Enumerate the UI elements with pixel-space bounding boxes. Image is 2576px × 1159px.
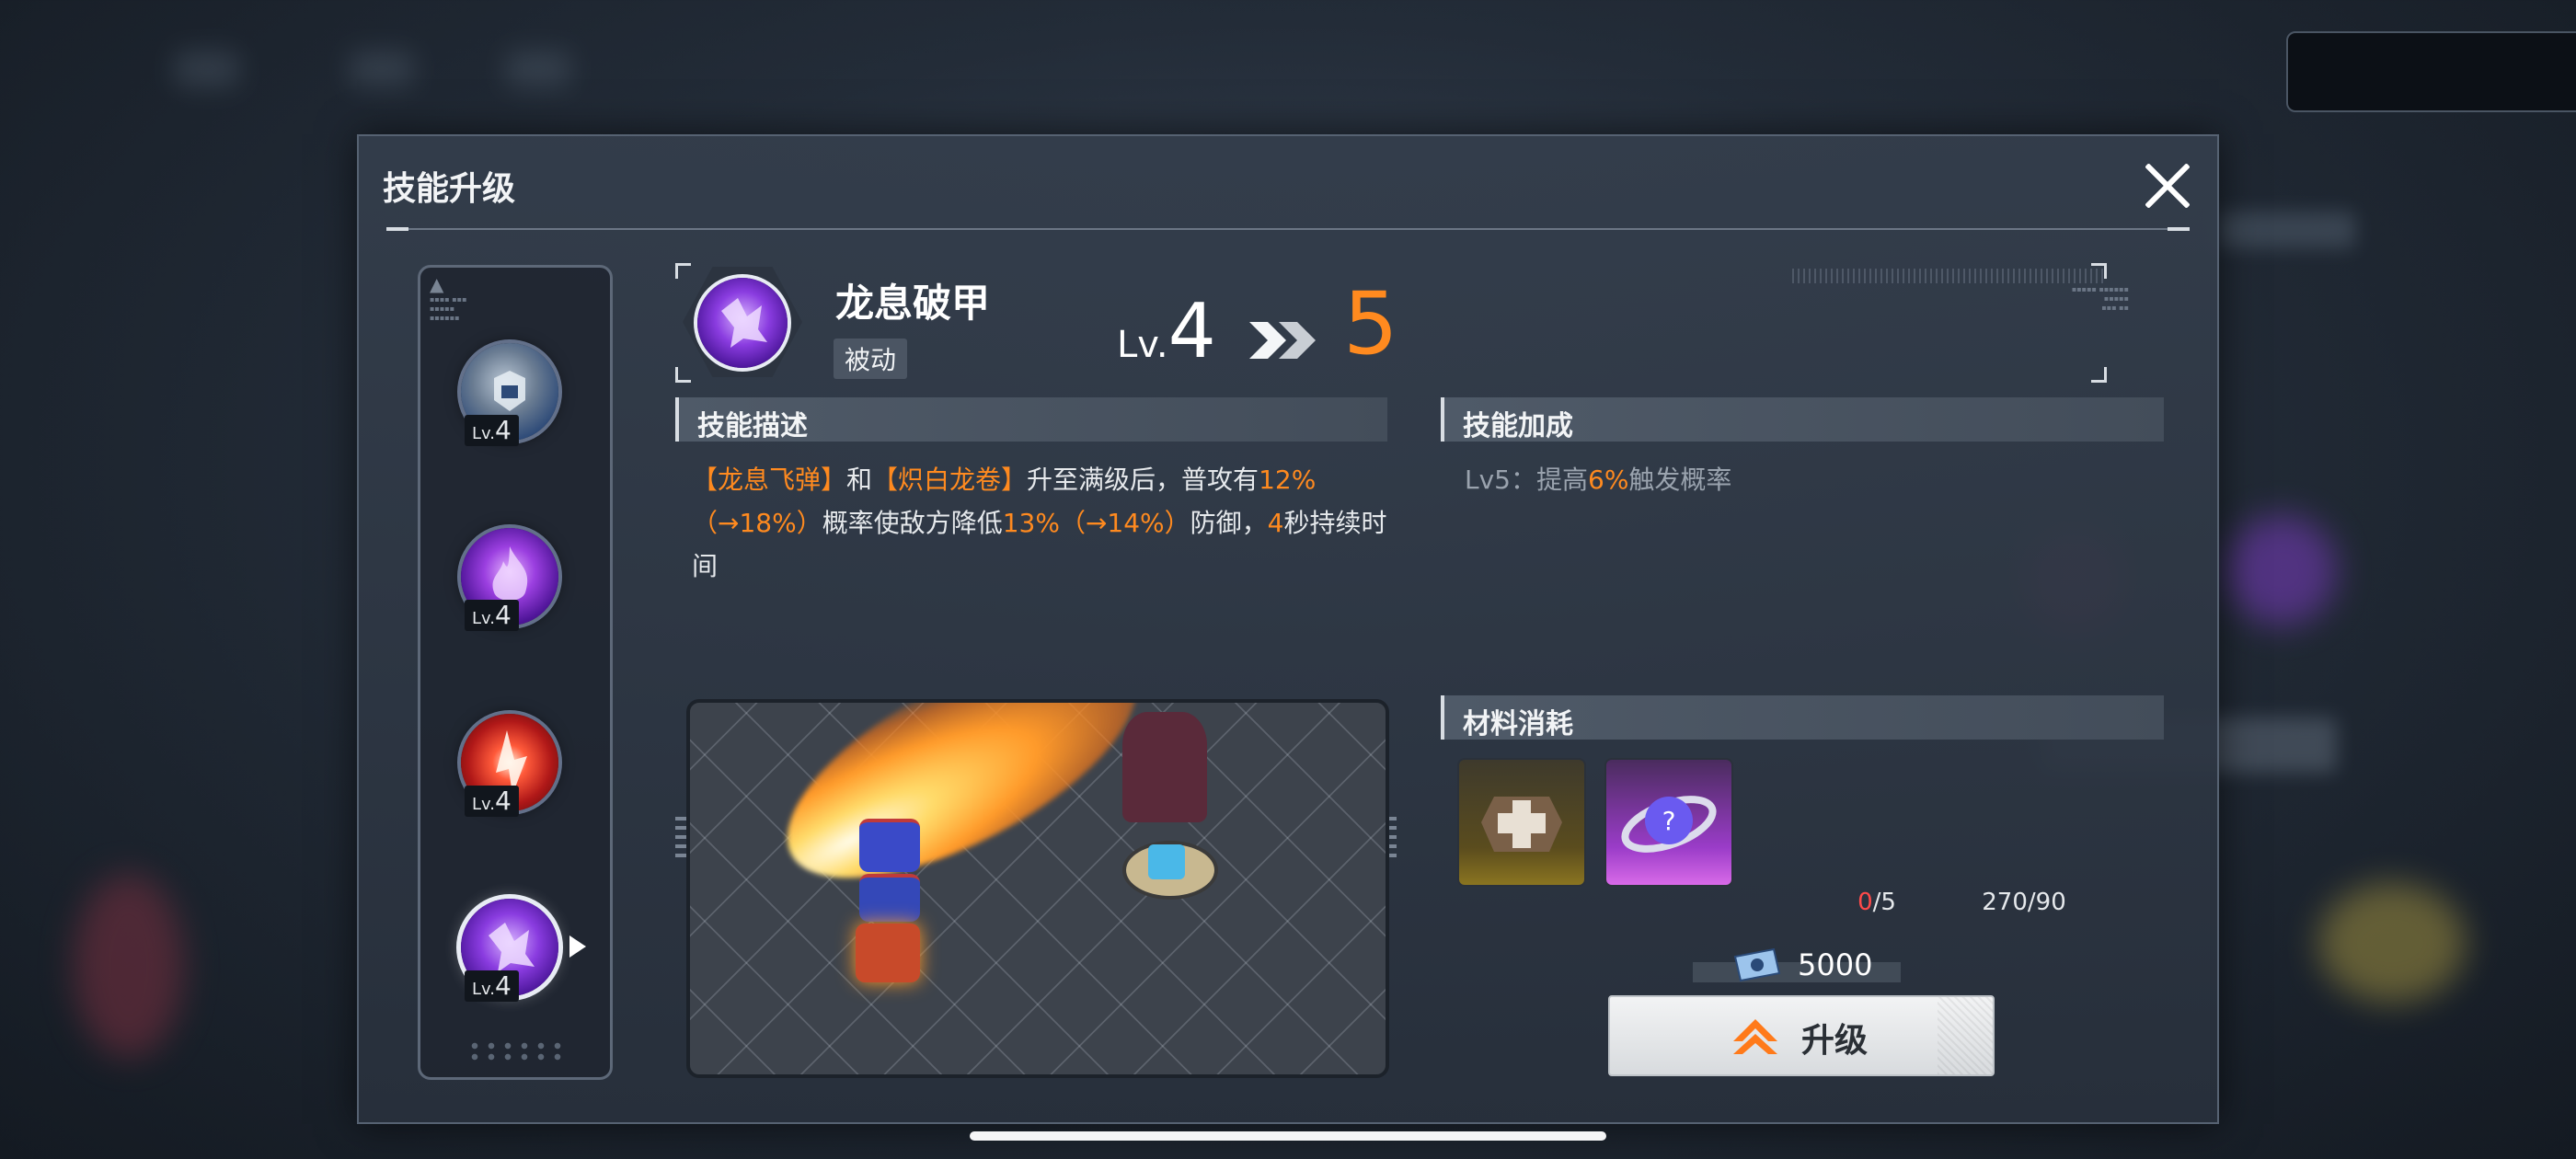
- bg-blur: [506, 51, 570, 87]
- level-prefix: Lv.: [1117, 324, 1168, 366]
- desc-segment: 概率使敌方降低: [822, 508, 1003, 538]
- pedestal-core: [1148, 844, 1185, 879]
- desc-segment: 防御，: [1190, 508, 1268, 538]
- material-required: /90: [2027, 889, 2066, 916]
- skill-name: 龙息破甲: [835, 281, 991, 326]
- material-owned: 0: [1857, 889, 1873, 916]
- title-divider: [386, 227, 2190, 231]
- dragon-breath-effect: [754, 703, 1169, 924]
- skill-upgrade-dialog: 技能升级 ▲ ▪▪▪▪ ▪▪▪ ▪▪▪▪▪ ▪▪▪▪▪▪ Lv.4 Lv.4 Lv.…: [357, 134, 2219, 1124]
- armor-crate-icon: [1481, 797, 1562, 852]
- skill-header: 龙息破甲 被动 Lv.4 5 ▪▪▪▪▪ ▪▪▪▪▪▪ ▪▪▪▪▪ ▪▪▪ ▪▪: [675, 263, 2160, 383]
- desc-segment: 【炽白龙卷】: [872, 465, 1028, 495]
- bg-blur: [2217, 212, 2355, 248]
- enemy-unit: [859, 874, 920, 922]
- skill-orb-icon: ?: [1621, 796, 1717, 853]
- skill-list-item[interactable]: Lv.4: [461, 343, 558, 446]
- decorative-stripes: [1792, 269, 2105, 283]
- dragon-claw-skill-icon: [697, 278, 788, 368]
- material-slot[interactable]: ?: [1604, 758, 1733, 887]
- desc-segment: 4: [1267, 508, 1284, 538]
- upgrade-cost: 5000: [1798, 947, 1873, 982]
- warning-icon: ▲: [430, 273, 444, 295]
- credit-ticket-icon: [1733, 947, 1781, 982]
- skill-preview-video: [686, 699, 1389, 1078]
- enemy-unit-burning: [856, 924, 920, 982]
- desc-segment: 升至满级后，普攻有: [1027, 465, 1259, 495]
- enemy-unit: [859, 819, 920, 872]
- selected-arrow-icon: [569, 935, 586, 958]
- bg-blur: [350, 51, 414, 87]
- material-required: /5: [1872, 889, 1896, 916]
- top-right-panel: [2286, 31, 2576, 112]
- bg-blur: [175, 51, 239, 87]
- desc-segment: 和: [846, 465, 873, 495]
- bg-blur: [74, 874, 184, 1058]
- materials-header-label: 材料消耗: [1463, 708, 1573, 740]
- bonus-header: 技能加成: [1441, 397, 2164, 442]
- desc-segment: 13%（→14%）: [1002, 508, 1190, 538]
- material-slot[interactable]: [1457, 758, 1586, 887]
- description-header-label: 技能描述: [697, 410, 808, 442]
- skill-list-panel: ▲ ▪▪▪▪ ▪▪▪ ▪▪▪▪▪ ▪▪▪▪▪▪ Lv.4 Lv.4 Lv.4 Lv.…: [418, 265, 613, 1080]
- skill-level-badge: Lv.4: [465, 600, 519, 631]
- next-level-value: 5: [1343, 274, 1398, 374]
- skill-list-item-selected[interactable]: Lv.4: [461, 899, 586, 1002]
- material-count: 270/90: [1961, 889, 2087, 916]
- dragon-mech-unit: [1122, 712, 1207, 822]
- current-level-value: 4: [1167, 288, 1216, 375]
- skill-type-badge: 被动: [834, 339, 908, 379]
- skill-level-badge: Lv.4: [465, 970, 519, 1002]
- bonus-suffix: 触发概率: [1628, 465, 1732, 495]
- upgrade-arrow-icon: [1733, 1019, 1777, 1054]
- materials-header: 材料消耗: [1441, 695, 2164, 740]
- skill-list-item[interactable]: Lv.4: [461, 528, 558, 631]
- svg-text:?: ?: [1662, 806, 1676, 836]
- desc-segment: 【龙息飞弹】: [692, 465, 847, 495]
- bonus-prefix: Lv5：提高: [1465, 465, 1588, 495]
- skill-list-item[interactable]: Lv.4: [461, 714, 558, 817]
- decorative-microtext: ▪▪▪▪▪ ▪▪▪▪▪▪ ▪▪▪▪▪ ▪▪▪ ▪▪: [2071, 285, 2129, 312]
- bonus-header-label: 技能加成: [1463, 410, 1573, 442]
- corner-bracket: [675, 367, 691, 383]
- level-up-arrow-icon: [1249, 322, 1316, 359]
- bg-blur: [2318, 883, 2466, 1003]
- skill-level-badge: Lv.4: [465, 786, 519, 817]
- bg-blur: [2226, 515, 2337, 625]
- material-count: 0/5: [1814, 889, 1939, 916]
- upgrade-button[interactable]: 升级: [1608, 995, 1995, 1076]
- home-indicator[interactable]: [970, 1131, 1606, 1141]
- corner-bracket: [2091, 367, 2107, 383]
- corner-bracket: [675, 263, 691, 279]
- skill-description: 【龙息飞弹】和【炽白龙卷】升至满级后，普攻有12%（→18%）概率使敌方降低13…: [692, 458, 1400, 588]
- bonus-value: 6%: [1588, 465, 1629, 495]
- close-button[interactable]: [2142, 160, 2193, 212]
- current-level: Lv.4: [1117, 294, 1216, 370]
- skill-bonus: Lv5：提高6%触发概率: [1465, 460, 1731, 497]
- material-owned: 270: [1982, 889, 2028, 916]
- dialog-title: 技能升级: [383, 170, 516, 208]
- skill-level-badge: Lv.4: [465, 415, 519, 446]
- decorative-dots: [466, 1040, 568, 1061]
- upgrade-button-label: 升级: [1801, 1022, 1869, 1060]
- description-header: 技能描述: [675, 397, 1387, 442]
- decorative-microtext: ▪▪▪▪ ▪▪▪ ▪▪▪▪▪ ▪▪▪▪▪▪: [430, 295, 467, 322]
